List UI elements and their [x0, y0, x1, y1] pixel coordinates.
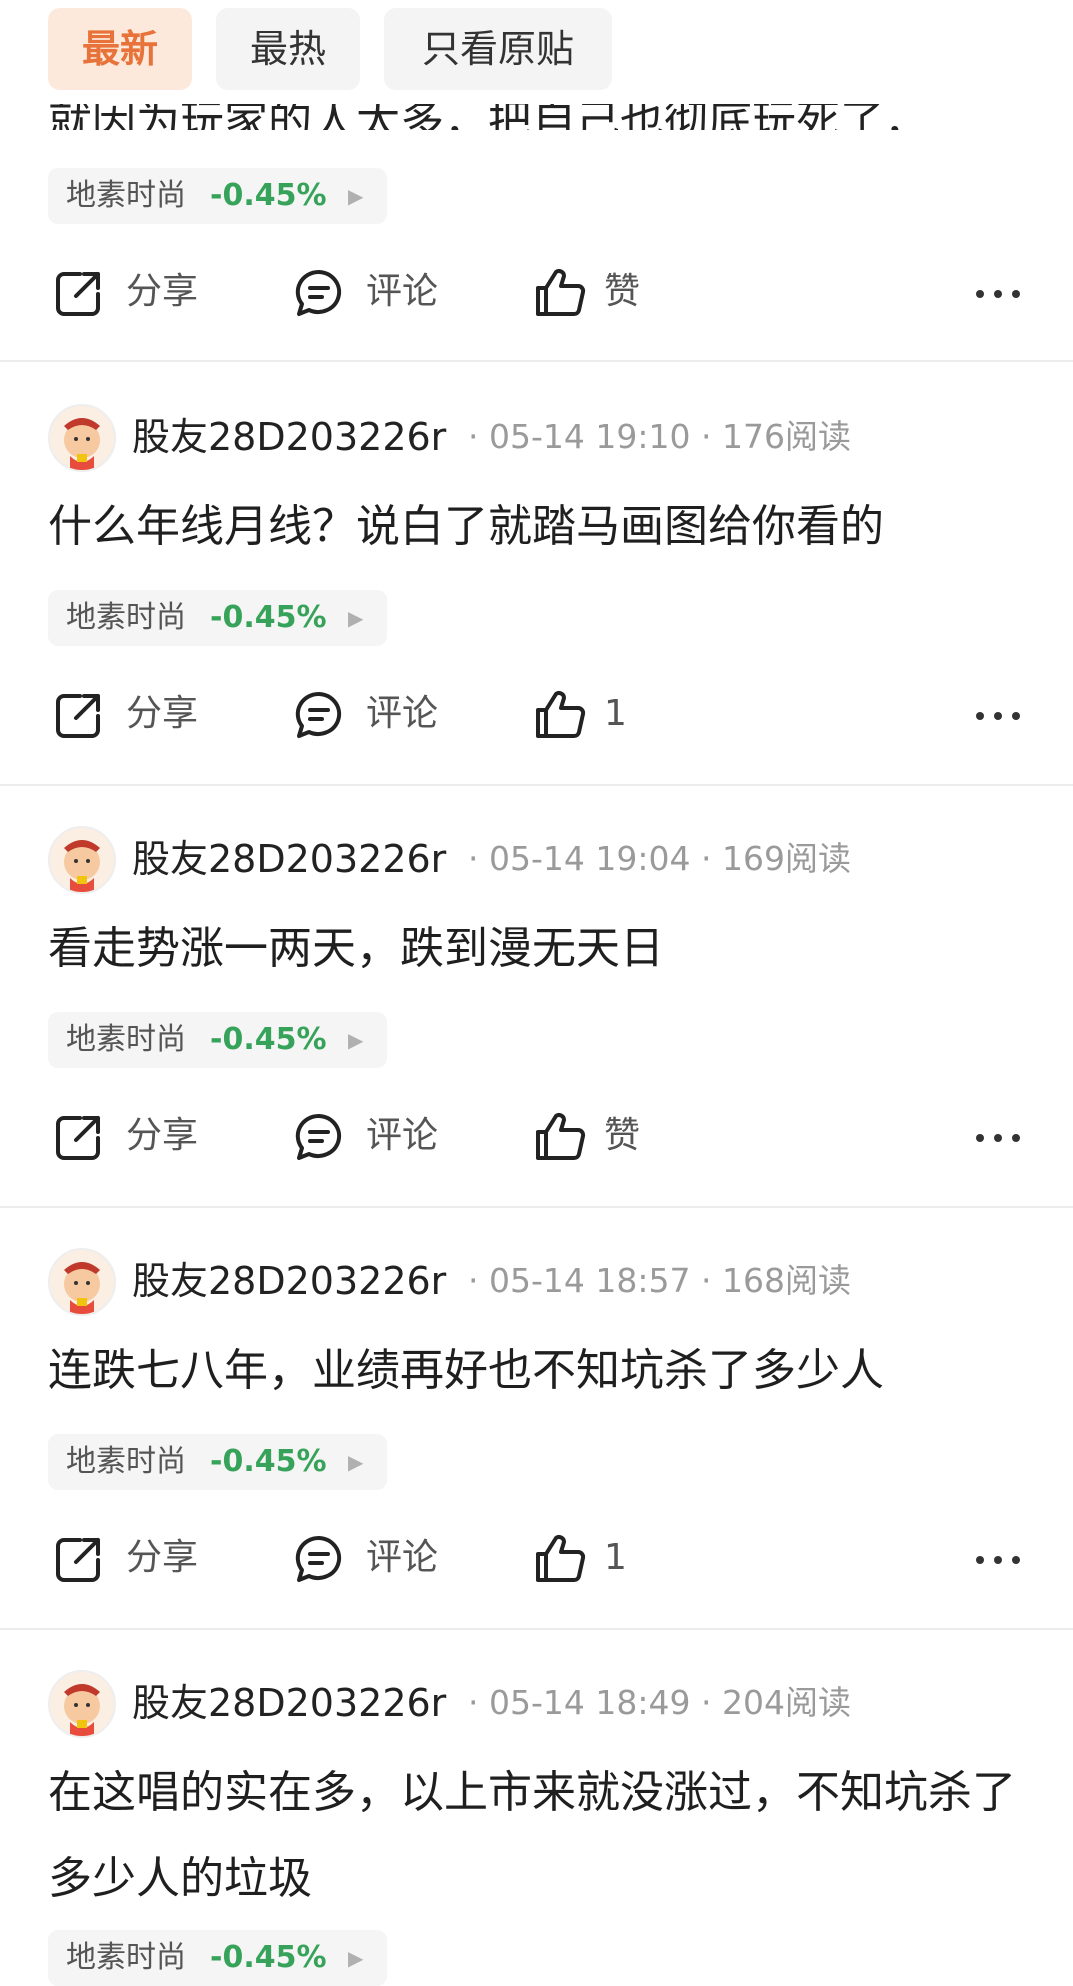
post-time: 05-14 19:04 [488, 839, 691, 878]
post-text[interactable]: 连跌七八年，业绩再好也不知坑杀了多少人 [48, 1328, 1028, 1414]
comment-icon [295, 691, 342, 738]
stock-tag[interactable]: 地素时尚 -0.45% ▶ [48, 590, 387, 646]
post-item: 股友28D203226r · 05-14 19:04 · 169阅读 看走势涨一… [0, 784, 1073, 1208]
avatar-icon [64, 1262, 100, 1314]
share-icon [56, 272, 100, 316]
post-meta: · 05-14 19:10 · 176阅读 [468, 417, 851, 456]
post-item: 股友28D203226r · 05-14 18:57 · 168阅读 连跌七八年… [0, 1206, 1073, 1630]
like-button[interactable]: 赞 [532, 1106, 672, 1166]
share-icon [56, 1116, 100, 1160]
stock-change: -0.45% [210, 1022, 327, 1057]
stock-change: -0.45% [210, 178, 327, 213]
comment-button[interactable]: 评论 [292, 1106, 452, 1166]
username[interactable]: 股友28D203226r [132, 1672, 446, 1734]
read-count: 176阅读 [721, 417, 851, 456]
chevron-right-icon: ▶ [348, 606, 364, 630]
username[interactable]: 股友28D203226r [132, 828, 446, 890]
thumbs-up-icon [536, 691, 586, 738]
post-meta: · 05-14 18:57 · 168阅读 [468, 1261, 851, 1300]
share-button[interactable]: 分享 [52, 1528, 212, 1588]
share-label: 分享 [126, 1115, 199, 1156]
tab-original-only[interactable]: 只看原贴 [384, 8, 612, 90]
comment-icon [295, 1113, 342, 1160]
more-icon[interactable] [972, 1550, 1024, 1570]
tab-hottest[interactable]: 最热 [216, 8, 360, 90]
stock-name: 地素时尚 [66, 178, 186, 213]
like-button[interactable]: 赞 [532, 262, 672, 322]
chevron-right-icon: ▶ [348, 1028, 364, 1052]
stock-tag[interactable]: 地素时尚 -0.45% ▶ [48, 168, 387, 224]
read-count: 168阅读 [721, 1261, 851, 1300]
thumbs-up-icon [536, 1113, 586, 1160]
more-icon[interactable] [972, 1128, 1024, 1148]
comment-button[interactable]: 评论 [292, 262, 452, 322]
chevron-right-icon: ▶ [348, 1946, 364, 1970]
chevron-right-icon: ▶ [348, 1450, 364, 1474]
stock-change: -0.45% [210, 600, 327, 635]
post-meta: · 05-14 18:49 · 204阅读 [468, 1683, 851, 1722]
comment-icon [295, 269, 342, 316]
username[interactable]: 股友28D203226r [132, 1250, 446, 1312]
share-button[interactable]: 分享 [52, 1106, 212, 1166]
comment-label: 评论 [366, 1537, 439, 1578]
comment-button[interactable]: 评论 [292, 684, 452, 744]
comment-label: 评论 [366, 693, 439, 734]
stock-tag[interactable]: 地素时尚 -0.45% ▶ [48, 1930, 387, 1986]
share-button[interactable]: 分享 [52, 262, 212, 322]
share-label: 分享 [126, 1537, 199, 1578]
post-text[interactable]: 什么年线月线？说白了就踏马画图给你看的 [48, 484, 1028, 570]
like-button[interactable]: 1 [532, 1528, 672, 1588]
chevron-right-icon: ▶ [348, 184, 364, 208]
like-count: 1 [604, 1537, 627, 1578]
stock-tag[interactable]: 地素时尚 -0.45% ▶ [48, 1434, 387, 1490]
comment-button[interactable]: 评论 [292, 1528, 452, 1588]
thumbs-up-icon [536, 1535, 586, 1582]
post-time: 05-14 18:57 [488, 1261, 691, 1300]
share-icon [56, 1538, 100, 1582]
stock-change: -0.45% [210, 1940, 327, 1975]
avatar[interactable] [48, 404, 116, 472]
comment-label: 评论 [366, 271, 439, 312]
comment-icon [295, 1535, 342, 1582]
read-count: 204阅读 [721, 1683, 851, 1722]
avatar[interactable] [48, 1248, 116, 1316]
like-count: 1 [604, 693, 627, 734]
avatar-icon [64, 1684, 100, 1736]
post-text[interactable]: 看走势涨一两天，跌到漫无天日 [48, 906, 1028, 992]
share-button[interactable]: 分享 [52, 684, 212, 744]
read-count: 169阅读 [721, 839, 851, 878]
post-text[interactable]: 在这唱的实在多，以上市来就没涨过，不知坑杀了多少人的垃圾 [48, 1750, 1038, 1922]
stock-name: 地素时尚 [66, 1940, 186, 1975]
comment-label: 评论 [366, 1115, 439, 1156]
more-icon[interactable] [972, 284, 1024, 304]
stock-name: 地素时尚 [66, 1444, 186, 1479]
sort-tabs: 最新 最热 只看原贴 [0, 0, 1073, 104]
thumbs-up-icon [536, 269, 586, 316]
stock-name: 地素时尚 [66, 1022, 186, 1057]
share-label: 分享 [126, 271, 199, 312]
share-icon [56, 694, 100, 738]
post-item: 股友28D203226r · 05-14 19:10 · 176阅读 什么年线月… [0, 362, 1073, 786]
avatar[interactable] [48, 826, 116, 894]
like-label: 赞 [604, 271, 641, 312]
share-label: 分享 [126, 693, 199, 734]
stock-tag[interactable]: 地素时尚 -0.45% ▶ [48, 1012, 387, 1068]
post-time: 05-14 19:10 [488, 417, 691, 456]
tab-latest[interactable]: 最新 [48, 8, 192, 90]
stock-change: -0.45% [210, 1444, 327, 1479]
avatar-icon [64, 840, 100, 892]
like-label: 赞 [604, 1115, 641, 1156]
post-time: 05-14 18:49 [488, 1683, 691, 1722]
like-button[interactable]: 1 [532, 684, 672, 744]
avatar[interactable] [48, 1670, 116, 1738]
avatar-icon [64, 418, 100, 470]
post-meta: · 05-14 19:04 · 169阅读 [468, 839, 851, 878]
post-item: 股友28D203226r · 05-14 18:49 · 204阅读 在这唱的实… [0, 1628, 1073, 1986]
more-icon[interactable] [972, 706, 1024, 726]
username[interactable]: 股友28D203226r [132, 406, 446, 468]
stock-name: 地素时尚 [66, 600, 186, 635]
